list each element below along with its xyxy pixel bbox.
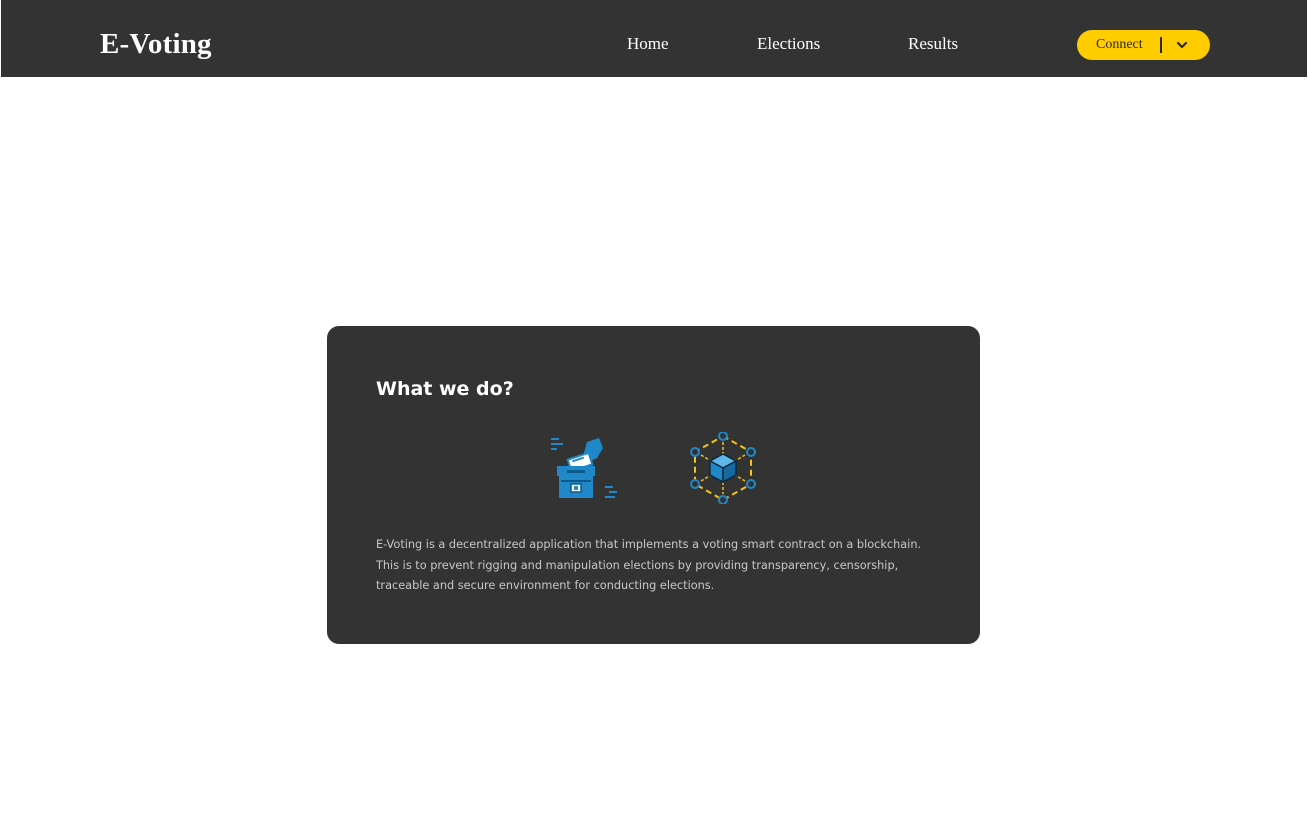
connect-button-label: Connect <box>1096 37 1143 52</box>
connect-separator <box>1160 37 1162 53</box>
nav-home-link[interactable]: Home <box>627 31 669 57</box>
nav-results-link[interactable]: Results <box>908 31 958 57</box>
card-description: E-Voting is a decentralized application … <box>376 535 946 597</box>
nav-elections-link[interactable]: Elections <box>757 31 820 57</box>
blockchain-network-icon <box>690 432 756 504</box>
navbar: E-Voting Home Elections Results Connect <box>0 0 1308 77</box>
ballot-box-icon <box>551 438 617 498</box>
chevron-down-icon[interactable] <box>1175 38 1189 52</box>
connect-button[interactable]: Connect <box>1077 30 1210 60</box>
brand-logo[interactable]: E-Voting <box>100 24 212 64</box>
what-we-do-card: What we do? E-Voting is a decentralized … <box>327 326 980 644</box>
card-title: What we do? <box>376 378 514 400</box>
description-line: E-Voting is a decentralized application … <box>376 538 922 551</box>
description-line: traceable and secure environment for con… <box>376 579 715 592</box>
description-line: This is to prevent rigging and manipulat… <box>376 558 899 572</box>
